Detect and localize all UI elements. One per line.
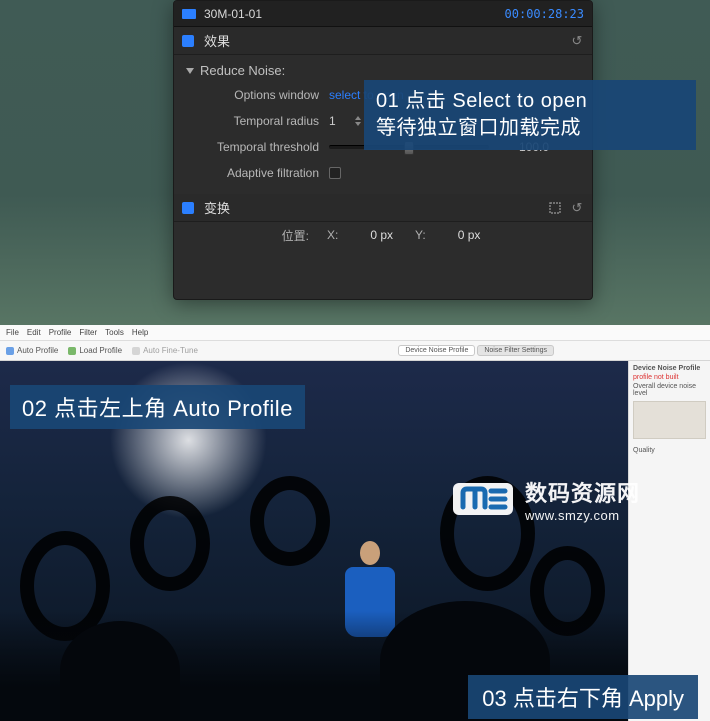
checkbox-icon[interactable] (182, 35, 194, 47)
profile-status: profile not built (633, 374, 706, 381)
tab-noise-filter-settings[interactable]: Noise Filter Settings (477, 345, 554, 356)
clip-header: 30M-01-01 00:00:28:23 (174, 1, 592, 27)
temporal-radius-value[interactable]: 1 (329, 114, 347, 128)
tutorial-panel-top: 30M-01-01 00:00:28:23 效果 ↺ Reduce Noise:… (0, 0, 710, 325)
section-effects[interactable]: 效果 ↺ (174, 27, 592, 55)
menu-item[interactable]: Filter (79, 328, 97, 337)
reset-icon[interactable]: ↺ (570, 34, 584, 48)
section-effects-label: 效果 (204, 31, 230, 50)
section-transform-label: 变换 (204, 198, 230, 217)
callout-02: 02 点击左上角 Auto Profile (10, 385, 305, 429)
quality-label: Quality (633, 447, 706, 454)
clip-icon (182, 9, 196, 19)
callout-03-text: 03 点击右下角 Apply (482, 686, 684, 711)
side-panel: Device Noise Profile profile not built O… (628, 361, 710, 721)
temporal-threshold-label: Temporal threshold (174, 140, 329, 154)
callout-01-line2: 等待独立窗口加载完成 (376, 115, 684, 142)
tutorial-panel-bottom: File Edit Profile Filter Tools Help Auto… (0, 325, 710, 721)
checkbox-icon[interactable] (182, 202, 194, 214)
menu-item[interactable]: Tools (105, 328, 124, 337)
bokeh-shape (250, 476, 330, 566)
temporal-radius-label: Temporal radius (174, 114, 329, 128)
tune-icon (132, 347, 140, 355)
menu-item[interactable]: Edit (27, 328, 41, 337)
auto-profile-button[interactable]: Auto Profile (6, 346, 58, 355)
menu-item[interactable]: Profile (49, 328, 72, 337)
callout-02-text: 02 点击左上角 Auto Profile (22, 396, 293, 421)
options-window-label: Options window (174, 88, 329, 102)
mode-tabs: Device Noise Profile Noise Filter Settin… (398, 345, 554, 356)
reset-icon[interactable]: ↺ (570, 201, 584, 215)
disclosure-triangle-icon[interactable] (186, 68, 194, 74)
crop-icon[interactable] (548, 201, 562, 215)
watermark: 数码资源网 www.smzy.com (451, 475, 640, 523)
callout-01-line1: 01 点击 Select to open (376, 88, 684, 115)
clip-timecode: 00:00:28:23 (505, 7, 584, 21)
menubar[interactable]: File Edit Profile Filter Tools Help (0, 325, 710, 341)
param-adaptive-filtration: Adaptive filtration (174, 160, 592, 186)
load-profile-button[interactable]: Load Profile (68, 346, 122, 355)
folder-icon (68, 347, 76, 355)
load-profile-label: Load Profile (79, 346, 122, 355)
position-label: 位置: (282, 227, 309, 244)
fine-tune-button[interactable]: Auto Fine-Tune (132, 346, 198, 355)
bokeh-shape (130, 496, 210, 591)
adaptive-filtration-checkbox[interactable] (329, 167, 341, 179)
fine-tune-label: Auto Fine-Tune (143, 346, 198, 355)
adaptive-filtration-label: Adaptive filtration (174, 166, 329, 180)
section-transform[interactable]: 变换 ↺ (174, 194, 592, 222)
temporal-radius-stepper[interactable] (355, 116, 361, 126)
wand-icon (6, 347, 14, 355)
watermark-text: 数码资源网 www.smzy.com (525, 476, 640, 523)
x-value[interactable]: 0 px (370, 228, 393, 242)
clip-title: 30M-01-01 (204, 7, 262, 21)
tab-device-noise-profile[interactable]: Device Noise Profile (398, 345, 475, 356)
watermark-line1: 数码资源网 (525, 476, 640, 508)
y-label: Y: (415, 228, 426, 242)
callout-01: 01 点击 Select to open 等待独立窗口加载完成 (364, 80, 696, 150)
side-panel-header: Device Noise Profile (633, 365, 706, 372)
callout-03: 03 点击右下角 Apply (468, 675, 698, 719)
transform-position-row: 位置: X: 0 px Y: 0 px (174, 222, 592, 248)
effect-title: Reduce Noise: (200, 63, 285, 78)
watermark-logo-icon (451, 475, 515, 523)
menu-item[interactable]: Help (132, 328, 148, 337)
side-note: Overall device noise level (633, 383, 706, 397)
audience-silhouette (60, 621, 180, 721)
menu-item[interactable]: File (6, 328, 19, 337)
profile-well (633, 401, 706, 439)
auto-profile-label: Auto Profile (17, 346, 58, 355)
x-label: X: (327, 228, 338, 242)
y-value[interactable]: 0 px (458, 228, 481, 242)
watermark-line2: www.smzy.com (525, 508, 640, 523)
effect-disclosure-row[interactable]: Reduce Noise: (174, 59, 592, 82)
inspector-panel: 30M-01-01 00:00:28:23 效果 ↺ Reduce Noise:… (173, 0, 593, 300)
toolbar: Auto Profile Load Profile Auto Fine-Tune… (0, 341, 710, 361)
